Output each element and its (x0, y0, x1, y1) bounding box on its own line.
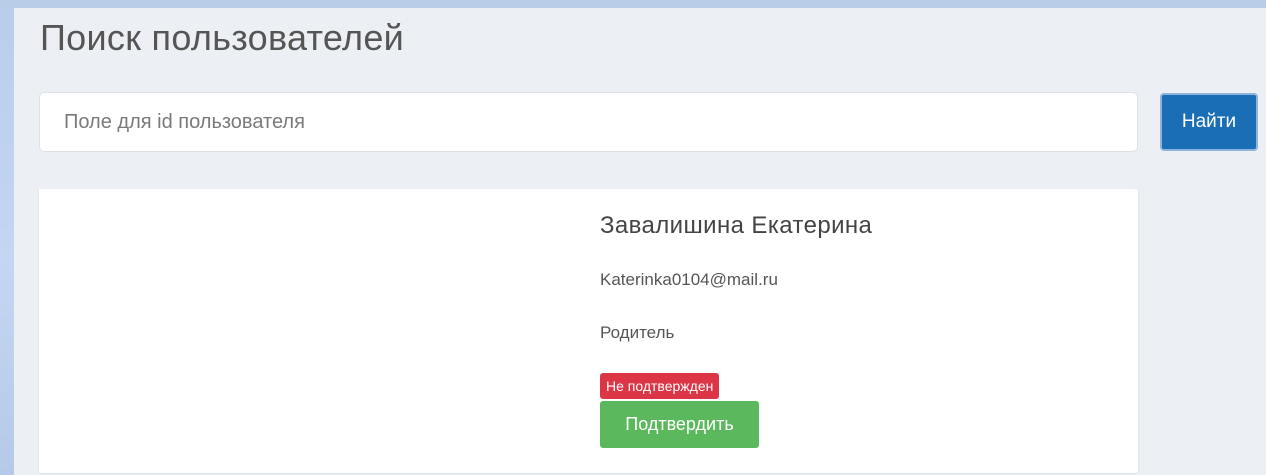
page-title: Поиск пользователей (40, 17, 405, 58)
user-search-page: Поиск пользователей Найти Завалишина Ека… (14, 8, 1266, 475)
user-name: Завалишина Екатерина (600, 212, 873, 239)
confirm-user-button[interactable]: Подтвердить (600, 401, 759, 448)
user-email: Katerinka0104@mail.ru (600, 270, 778, 289)
user-card: Завалишина Екатерина Katerinka0104@mail.… (39, 189, 1138, 473)
search-button[interactable]: Найти (1160, 93, 1258, 151)
user-photo (39, 189, 579, 473)
status-badge: Не подтвержден (600, 373, 720, 399)
user-id-search-input[interactable] (39, 92, 1138, 152)
user-role: Родитель (600, 323, 675, 342)
